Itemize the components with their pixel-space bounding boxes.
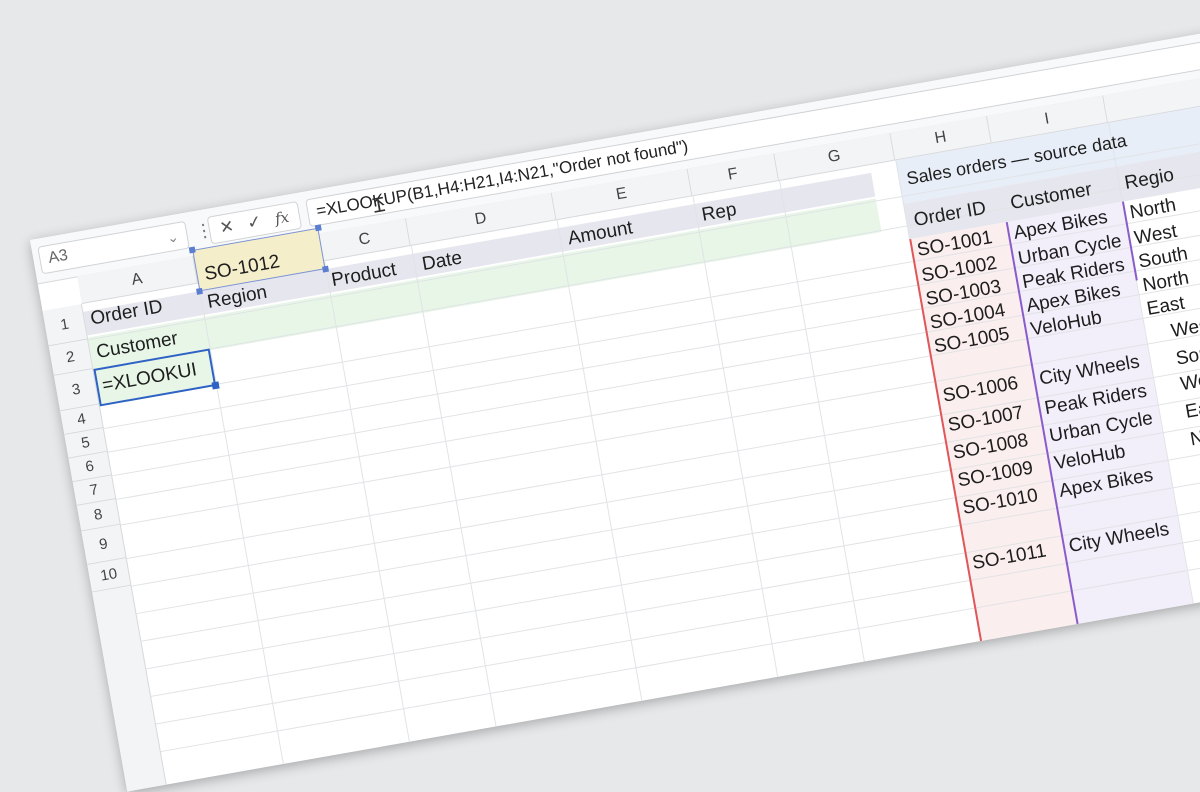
gridline <box>324 261 412 750</box>
range-handle[interactable] <box>322 265 330 273</box>
range-handle[interactable] <box>314 224 322 232</box>
range-handle[interactable] <box>196 287 203 295</box>
row-header-blank <box>92 585 169 792</box>
range-handle[interactable] <box>188 246 196 254</box>
source-region[interactable]: West <box>1169 314 1200 343</box>
confirm-formula-button[interactable]: ✓ <box>240 209 270 237</box>
spreadsheet-window: A3 ⌄ ⋮ ✕ ✓ fx =XLOOKUP(B1,H4:H21,I4:N21,… <box>30 0 1200 792</box>
gridline <box>779 180 867 670</box>
source-region[interactable]: East <box>1145 293 1186 321</box>
insert-function-button[interactable]: fx <box>267 204 297 232</box>
fill-handle[interactable] <box>211 381 220 390</box>
cancel-formula-button[interactable]: ✕ <box>212 214 242 242</box>
gridline <box>692 196 780 685</box>
chevron-down-icon[interactable]: ⌄ <box>165 223 181 251</box>
gridline <box>410 245 498 735</box>
source-region[interactable]: Nor <box>1189 424 1200 451</box>
source-region[interactable]: South <box>1174 340 1200 370</box>
gridline <box>556 220 644 709</box>
name-box-value: A3 <box>47 246 70 267</box>
